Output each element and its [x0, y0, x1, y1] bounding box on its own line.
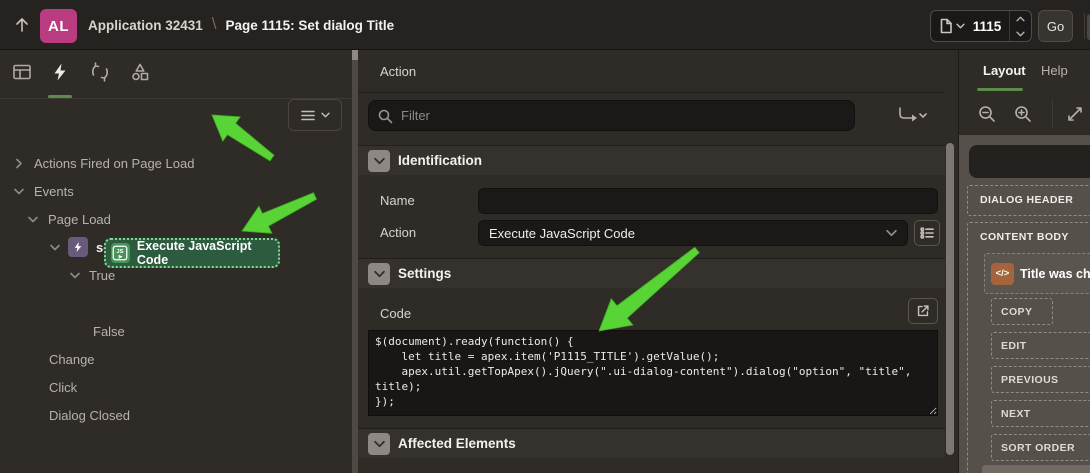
page-item-title[interactable]: </> Title was cha — [984, 253, 1090, 294]
filter-input[interactable] — [368, 100, 855, 131]
action-property-panel: Action Identification Name Action Execut… — [358, 50, 945, 473]
layout-canvas: DIALOG HEADER CONTENT BODY </> Title was… — [959, 135, 1090, 473]
panel-title: Action — [380, 63, 417, 79]
tab-shared-components[interactable] — [130, 62, 150, 82]
code-textarea[interactable]: $(document).ready(function() { let title… — [368, 330, 938, 416]
tree-node-label: Dialog Closed — [49, 407, 130, 423]
tree-node-label: Events — [34, 183, 74, 199]
name-input[interactable] — [478, 188, 938, 214]
section-title: Affected Elements — [398, 436, 516, 451]
dialog-titlebar-region[interactable] — [969, 145, 1090, 178]
tab-help[interactable]: Help — [1041, 63, 1068, 78]
section-settings: Settings — [358, 258, 945, 288]
tab-rendering[interactable] — [12, 62, 32, 82]
active-tab-underline — [48, 95, 72, 98]
zoom-in-icon[interactable] — [1013, 104, 1033, 124]
page-number-value[interactable]: 1115 — [965, 19, 1009, 34]
search-icon — [377, 108, 393, 124]
tree-node-page-load[interactable]: Page Load — [28, 205, 111, 233]
code-icon: </> — [991, 262, 1014, 285]
name-label: Name — [380, 193, 415, 208]
breadcrumb-separator: \ — [211, 14, 217, 33]
tree-node-label: True — [89, 267, 116, 283]
zoom-out-icon[interactable] — [977, 104, 997, 124]
button-sort-order[interactable]: SORT ORDER — [991, 434, 1090, 461]
action-label: Action — [380, 225, 417, 240]
active-tab-underline — [977, 88, 1023, 91]
back-up-icon[interactable] — [12, 15, 32, 35]
tree-node-label: Execute JavaScript Code — [136, 239, 252, 267]
breadcrumb-application[interactable]: Application 32431 — [88, 18, 203, 33]
tab-dynamic-actions[interactable] — [50, 62, 70, 82]
tree-node-events[interactable]: Events — [14, 177, 74, 205]
page-finder-button[interactable] — [931, 18, 965, 34]
action-list-of-values-button[interactable] — [914, 220, 940, 246]
tree-node-actions-fired[interactable]: Actions Fired on Page Load — [14, 149, 194, 177]
topbar-separator — [1084, 13, 1085, 39]
collapse-settings-icon[interactable] — [368, 262, 390, 285]
chevron-down-icon[interactable] — [28, 216, 38, 223]
section-affected-elements: Affected Elements — [358, 428, 945, 458]
tree-node-false[interactable]: False — [93, 317, 125, 345]
tree-node-label: Actions Fired on Page Load — [34, 155, 195, 171]
section-title: Settings — [398, 266, 452, 281]
region-label: DIALOG HEADER — [980, 194, 1074, 206]
tab-layout[interactable]: Layout — [983, 63, 1026, 78]
button-previous[interactable]: PREVIOUS — [991, 366, 1090, 393]
button-next[interactable]: NEXT — [991, 400, 1090, 427]
chevron-down-icon — [886, 229, 897, 237]
tree-node-label: False — [93, 323, 125, 339]
page-selector: 1115 — [930, 10, 1032, 42]
breadcrumb: Application 32431 \ Page 1115: Set dialo… — [88, 0, 394, 50]
tree-node-dialog-closed[interactable]: Dialog Closed — [49, 401, 130, 429]
section-title: Identification — [398, 153, 482, 168]
breadcrumb-page-title: Page 1115: Set dialog Title — [225, 17, 395, 33]
middle-scrollbar-thumb[interactable] — [946, 143, 954, 455]
page-down-icon[interactable] — [1010, 26, 1031, 41]
region-content-body[interactable]: CONTENT BODY </> Title was cha COPY EDIT… — [967, 222, 1090, 473]
chevron-right-icon[interactable] — [14, 158, 24, 168]
chevron-down-icon[interactable] — [14, 188, 24, 195]
button-copy[interactable]: COPY — [991, 298, 1053, 325]
collapse-identification-icon[interactable] — [368, 149, 390, 172]
app-logo[interactable]: AL — [40, 9, 77, 43]
tree-node-change[interactable]: Change — [49, 345, 95, 373]
page-up-icon[interactable] — [1010, 11, 1031, 26]
middle-scrollbar — [946, 143, 954, 461]
dynamic-action-icon — [68, 237, 88, 257]
region-label: CONTENT BODY — [980, 231, 1069, 243]
tree-node-label: Change — [49, 351, 95, 367]
action-select-value: Execute JavaScript Code — [489, 225, 635, 241]
tab-processing[interactable] — [90, 62, 110, 82]
tree-menu-button[interactable] — [288, 99, 342, 131]
open-code-editor-button[interactable] — [908, 298, 938, 324]
tree-node-label: Click — [49, 379, 78, 395]
chevron-down-icon[interactable] — [70, 272, 80, 279]
rendering-tree-panel: Actions Fired on Page Load Events Page L… — [0, 50, 352, 473]
code-label: Code — [380, 306, 412, 321]
action-select[interactable]: Execute JavaScript Code — [478, 220, 908, 246]
top-bar: AL Application 32431 \ Page 1115: Set di… — [0, 0, 1090, 50]
section-identification: Identification — [358, 145, 945, 175]
collapse-affected-elements-icon[interactable] — [368, 432, 390, 455]
apex-page-designer: AL Application 32431 \ Page 1115: Set di… — [0, 0, 1090, 473]
svg-text:JS: JS — [117, 249, 124, 255]
tree-node-click[interactable]: Click — [49, 373, 77, 401]
page-number-stepper — [1009, 11, 1031, 41]
clipped-button — [982, 465, 1090, 473]
go-to-group-icon[interactable] — [895, 105, 927, 127]
tree-tab-bar — [0, 50, 352, 99]
expand-layout-icon[interactable] — [1065, 104, 1085, 124]
button-edit[interactable]: EDIT — [991, 332, 1090, 359]
go-button[interactable]: Go — [1038, 10, 1073, 42]
toolbar-separator — [1052, 100, 1053, 128]
item-label: Title was cha — [1020, 266, 1090, 281]
tree-node-label: Page Load — [48, 211, 111, 227]
layout-panel: Layout Help DIALOG HEADER CONTENT BODY <… — [958, 50, 1090, 473]
tree-node-execute-javascript-selected[interactable]: JS Execute JavaScript Code — [104, 238, 280, 268]
region-dialog-header[interactable]: DIALOG HEADER — [967, 185, 1090, 216]
javascript-code-icon: JS — [111, 243, 130, 263]
panel-header: Action — [358, 50, 945, 93]
chevron-down-icon[interactable] — [50, 244, 60, 251]
